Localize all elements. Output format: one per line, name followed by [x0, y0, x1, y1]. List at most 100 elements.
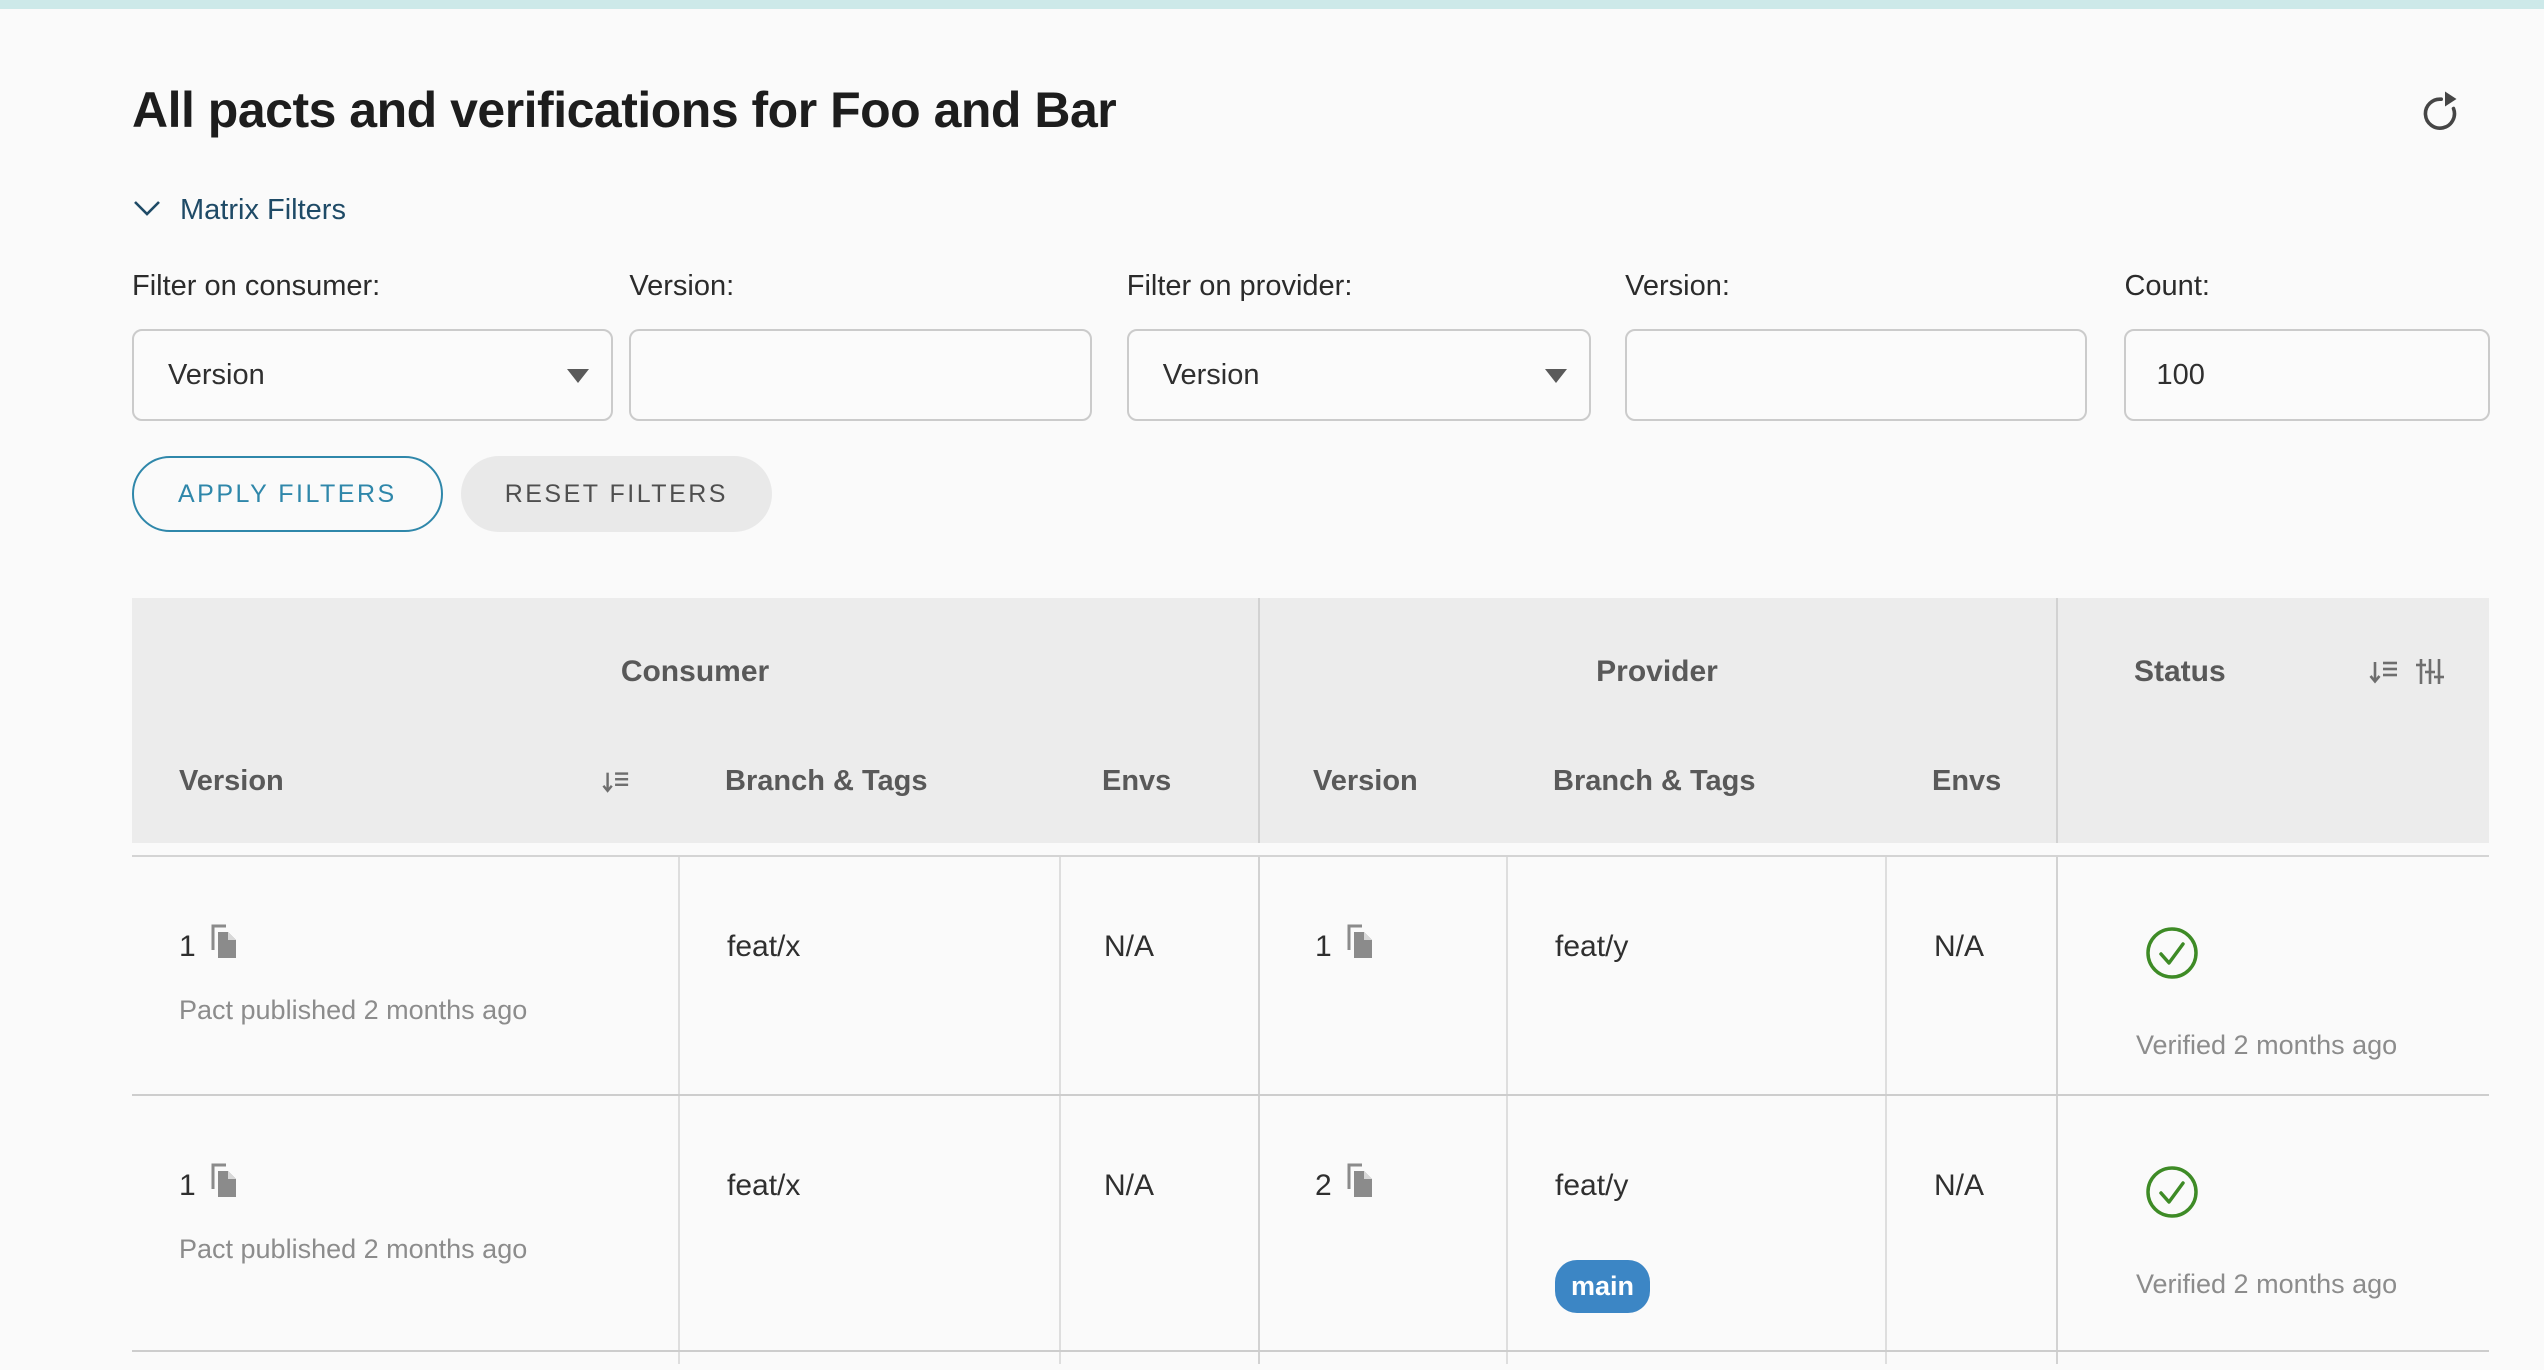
verified-note: Verified 2 months ago — [2136, 1030, 2445, 1061]
column-divider — [2056, 598, 2058, 843]
copy-button[interactable] — [206, 1162, 240, 1203]
consumer-filter-field: Filter on consumer: Version — [132, 269, 613, 421]
sort-descending-icon — [2369, 675, 2399, 690]
provider-version-input[interactable] — [1625, 329, 2087, 421]
consumer-version-field: Version: — [629, 269, 1091, 421]
provider-version-number: 1 — [1315, 929, 1332, 965]
pact-published-note: Pact published 2 months ago — [179, 995, 678, 1026]
count-label: Count: — [2124, 269, 2490, 303]
page-title: All pacts and verifications for Foo and … — [132, 79, 1116, 141]
copy-button[interactable] — [1342, 923, 1376, 964]
top-accent-bar — [0, 0, 2544, 9]
dropdown-caret-icon — [1545, 369, 1567, 383]
main-content: All pacts and verifications for Foo and … — [0, 79, 2544, 1364]
provider-version-cell: 1 — [1258, 857, 1506, 1094]
copy-icon — [206, 1188, 240, 1203]
copy-icon — [1342, 1188, 1376, 1203]
column-header-label: Version — [179, 765, 284, 798]
status-header-label: Status — [2134, 655, 2226, 689]
count-field: Count: — [2124, 269, 2490, 421]
chevron-down-icon — [132, 198, 180, 223]
column-divider — [1258, 598, 1260, 843]
table-header: Consumer Provider Status — [132, 598, 2489, 843]
provider-envs-cell: N/A — [1885, 857, 2056, 1094]
provider-envs-column-header: Envs — [1885, 765, 2056, 798]
branch-badge: main — [1555, 1260, 1650, 1313]
matrix-filters-label: Matrix Filters — [180, 194, 346, 227]
envs-value: N/A — [1104, 929, 1258, 965]
matrix-filters-toggle[interactable]: Matrix Filters — [132, 193, 346, 227]
status-cell: Verified 2 months ago — [2056, 857, 2489, 1094]
provider-filter-label: Filter on provider: — [1127, 269, 1591, 303]
sort-descending-icon — [602, 784, 630, 799]
consumer-version-cell: 1 Pact published 2 months ago — [132, 1096, 678, 1350]
consumer-version-input[interactable] — [629, 329, 1091, 421]
success-check-icon — [2144, 1164, 2445, 1225]
page-header: All pacts and verifications for Foo and … — [132, 79, 2490, 141]
table-row: 1 Pact published 2 months ago fe — [132, 1096, 2489, 1352]
provider-filter-select[interactable]: Version — [1127, 329, 1591, 421]
provider-version-field: Version: — [1625, 269, 2087, 421]
refresh-button[interactable] — [2418, 88, 2462, 132]
consumer-branch-column-header: Branch & Tags — [678, 765, 1059, 798]
branch-name: feat/y — [1555, 1168, 1885, 1204]
filter-sliders-icon — [2415, 675, 2445, 690]
sort-button[interactable] — [602, 768, 630, 796]
provider-filter-field: Filter on provider: Version — [1127, 269, 1591, 421]
table-row-partial — [132, 1352, 2489, 1364]
status-group-header: Status — [2056, 655, 2489, 689]
copy-icon — [1342, 949, 1376, 964]
status-header-icons — [2353, 657, 2445, 687]
consumer-branch-cell: feat/x — [678, 857, 1059, 1094]
consumer-group-header: Consumer — [132, 655, 1258, 689]
consumer-envs-column-header: Envs — [1059, 765, 1258, 798]
provider-version-cell: 2 — [1258, 1096, 1506, 1350]
matrix-table: Consumer Provider Status — [132, 598, 2489, 1364]
count-input[interactable] — [2124, 329, 2490, 421]
consumer-version-number: 1 — [179, 1168, 196, 1204]
reset-filters-button[interactable]: RESET FILTERS — [461, 456, 772, 532]
consumer-envs-cell: N/A — [1059, 1096, 1258, 1350]
consumer-version-label: Version: — [629, 269, 1091, 303]
consumer-version-cell: 1 Pact published 2 months ago — [132, 857, 678, 1094]
provider-branch-column-header: Branch & Tags — [1506, 765, 1885, 798]
envs-value: N/A — [1934, 929, 2056, 965]
filter-button[interactable] — [2415, 657, 2445, 687]
copy-button[interactable] — [1342, 1162, 1376, 1203]
consumer-version-column-header: Version — [132, 765, 678, 798]
verified-note: Verified 2 months ago — [2136, 1269, 2445, 1300]
consumer-filter-label: Filter on consumer: — [132, 269, 613, 303]
status-cell: Verified 2 months ago — [2056, 1096, 2489, 1350]
apply-filters-button[interactable]: APPLY FILTERS — [132, 456, 443, 532]
dropdown-caret-icon — [567, 369, 589, 383]
copy-button[interactable] — [206, 923, 240, 964]
envs-value: N/A — [1104, 1168, 1258, 1204]
consumer-filter-selected-value: Version — [168, 359, 265, 392]
provider-version-number: 2 — [1315, 1168, 1332, 1204]
branch-name: feat/y — [1555, 929, 1885, 965]
provider-branch-cell: feat/y main — [1506, 1096, 1885, 1350]
consumer-version-number: 1 — [179, 929, 196, 965]
pact-published-note: Pact published 2 months ago — [179, 1234, 678, 1265]
branch-name: feat/x — [727, 929, 1059, 965]
table-header-divider — [132, 843, 2489, 857]
provider-filter-selected-value: Version — [1163, 359, 1260, 392]
envs-value: N/A — [1934, 1168, 2056, 1204]
filters-form: Filter on consumer: Version Version: Fil… — [132, 269, 2490, 421]
consumer-envs-cell: N/A — [1059, 857, 1258, 1094]
copy-icon — [206, 949, 240, 964]
provider-version-column-header: Version — [1258, 765, 1506, 798]
consumer-filter-select[interactable]: Version — [132, 329, 613, 421]
provider-group-header: Provider — [1258, 655, 2056, 689]
provider-envs-cell: N/A — [1885, 1096, 2056, 1350]
group-header-row: Consumer Provider Status — [132, 598, 2489, 720]
sort-button[interactable] — [2369, 657, 2399, 687]
sub-header-row: Version Branch & Tag — [132, 720, 2489, 843]
consumer-branch-cell: feat/x — [678, 1096, 1059, 1350]
success-check-icon — [2144, 925, 2445, 986]
filter-actions: APPLY FILTERS RESET FILTERS — [132, 456, 2490, 532]
branch-name: feat/x — [727, 1168, 1059, 1204]
refresh-icon — [2418, 120, 2462, 135]
provider-version-label: Version: — [1625, 269, 2087, 303]
table-row: 1 Pact published 2 months ago fe — [132, 857, 2489, 1096]
